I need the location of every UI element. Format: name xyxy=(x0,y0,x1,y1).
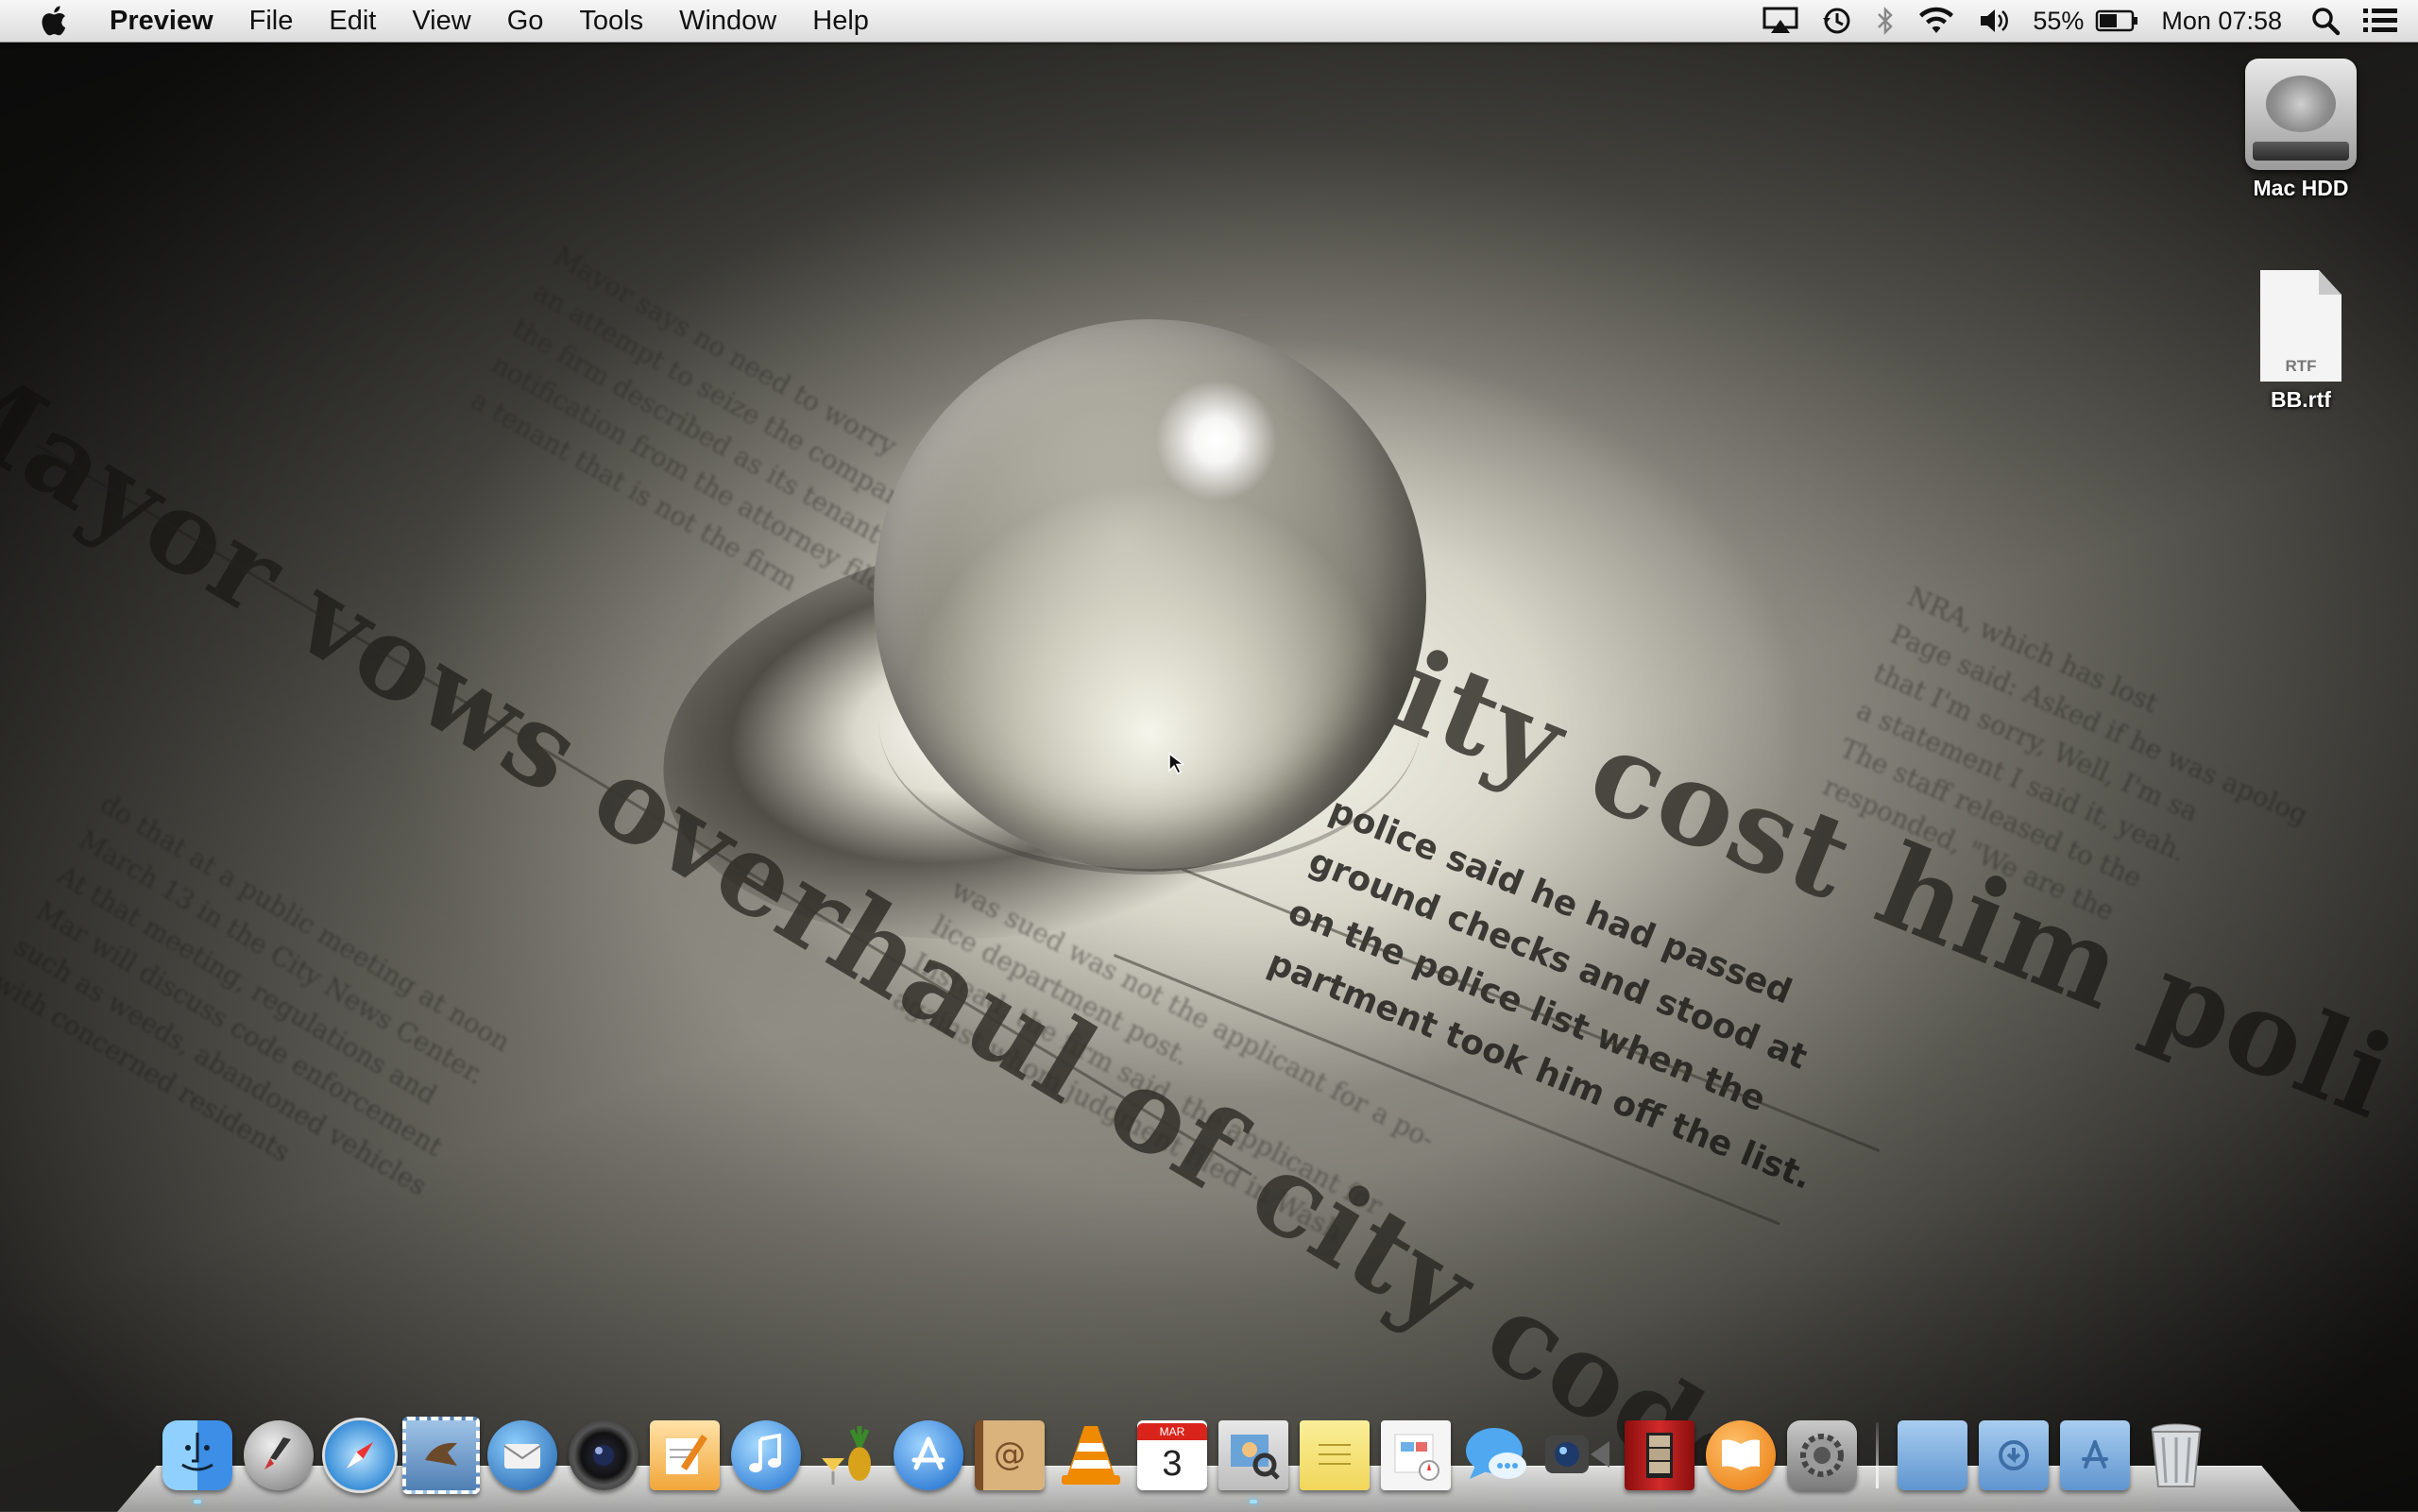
dock-notes[interactable] xyxy=(1296,1417,1373,1494)
calendar-day: 3 xyxy=(1162,1444,1183,1484)
dock-preview[interactable] xyxy=(1215,1417,1292,1504)
itunes-icon xyxy=(731,1420,801,1490)
menu-bar: Preview File Edit View Go Tools Window H… xyxy=(0,0,2418,42)
calendar-icon: MAR 3 xyxy=(1137,1420,1207,1490)
dock: @ MAR 3 xyxy=(157,1409,2217,1504)
volume-icon[interactable] xyxy=(1978,0,2010,42)
menu-go[interactable]: Go xyxy=(489,0,562,42)
dock-ibooks[interactable] xyxy=(1702,1417,1779,1494)
battery-percent[interactable]: 55% xyxy=(2033,7,2084,36)
finder-icon xyxy=(162,1420,232,1490)
trash-icon xyxy=(2141,1420,2211,1490)
facetime-icon xyxy=(1543,1420,1613,1490)
menu-app-name[interactable]: Preview xyxy=(104,0,231,42)
preview-icon xyxy=(1218,1420,1288,1490)
iphoto-icon xyxy=(812,1420,882,1490)
menubar-clock[interactable]: Mon 07:58 xyxy=(2161,7,2282,36)
status-area: 55% Mon 07:58 xyxy=(1751,0,2418,42)
dock-calendar[interactable]: MAR 3 xyxy=(1133,1417,1211,1494)
svg-text:@: @ xyxy=(994,1436,1026,1473)
rtf-badge: RTF xyxy=(2285,357,2317,375)
dock-safari[interactable] xyxy=(321,1417,399,1494)
wallpaper-vignette xyxy=(0,0,2418,1511)
time-machine-icon[interactable] xyxy=(1821,0,1853,42)
mail-icon xyxy=(402,1417,480,1494)
dock-itunes[interactable] xyxy=(727,1417,805,1494)
menu-edit[interactable]: Edit xyxy=(311,0,394,42)
hard-drive-icon xyxy=(2245,59,2357,170)
app-store-icon xyxy=(894,1420,963,1490)
menu-view[interactable]: View xyxy=(394,0,488,42)
apple-menu-icon[interactable] xyxy=(34,2,72,40)
dock-app-store[interactable] xyxy=(890,1417,967,1494)
dock-pages[interactable] xyxy=(646,1417,724,1494)
mouse-pointer-icon xyxy=(1168,752,1186,780)
notification-center-icon[interactable] xyxy=(2363,0,2397,42)
desktop-icon-mac-hdd[interactable]: Mac HDD xyxy=(2216,59,2386,201)
dock-facetime[interactable] xyxy=(1540,1417,1617,1494)
desktop-icon-bb-rtf[interactable]: RTF BB.rtf xyxy=(2216,270,2386,413)
menu-help[interactable]: Help xyxy=(794,0,887,42)
bluetooth-icon[interactable] xyxy=(1876,0,1895,42)
calendar-month: MAR xyxy=(1137,1423,1207,1440)
menu-window[interactable]: Window xyxy=(661,0,794,42)
thunderbird-icon xyxy=(487,1420,557,1490)
dock-launchpad[interactable] xyxy=(240,1417,317,1494)
photo-booth-icon xyxy=(569,1420,639,1490)
photo-booth-curtain-icon xyxy=(1625,1420,1694,1490)
dock-system-preferences[interactable] xyxy=(1783,1417,1861,1494)
applications-folder-icon xyxy=(1898,1420,1967,1490)
documents-folder-icon xyxy=(1979,1420,2049,1490)
reminders-icon xyxy=(1381,1420,1451,1490)
menu-file[interactable]: File xyxy=(231,0,312,42)
desktop-icon-label: BB.rtf xyxy=(2271,387,2331,412)
safari-icon xyxy=(322,1418,398,1493)
rtf-document-icon: RTF xyxy=(2260,270,2341,382)
dock-finder[interactable] xyxy=(159,1417,236,1504)
menu-tools[interactable]: Tools xyxy=(561,0,661,42)
dock-mail[interactable] xyxy=(402,1417,480,1494)
dock-photo-booth-curtain[interactable] xyxy=(1621,1417,1698,1494)
airplay-icon[interactable] xyxy=(1762,0,1798,42)
running-indicator xyxy=(1250,1500,1257,1504)
dock-stack-downloads[interactable] xyxy=(2056,1417,2134,1494)
dock-stack-applications[interactable] xyxy=(1894,1417,1971,1494)
dock-messages[interactable] xyxy=(1458,1417,1536,1494)
dock-thunderbird[interactable] xyxy=(484,1417,561,1494)
dock-reminders[interactable] xyxy=(1377,1417,1455,1494)
desktop-icon-label: Mac HDD xyxy=(2253,176,2349,200)
wifi-icon[interactable] xyxy=(1917,0,1955,42)
ibooks-icon xyxy=(1706,1420,1776,1490)
launchpad-icon xyxy=(244,1420,314,1490)
vlc-icon xyxy=(1056,1420,1126,1490)
dock-stack-documents[interactable] xyxy=(1975,1417,2052,1494)
notes-icon xyxy=(1300,1420,1370,1490)
dock-contacts[interactable]: @ xyxy=(971,1417,1048,1494)
system-preferences-icon xyxy=(1787,1420,1857,1490)
running-indicator xyxy=(194,1500,201,1504)
dock-vlc[interactable] xyxy=(1052,1417,1130,1494)
messages-icon xyxy=(1462,1420,1532,1490)
spotlight-search-icon[interactable] xyxy=(2310,0,2341,42)
dock-separator xyxy=(1876,1422,1879,1488)
desktop-wallpaper: Mayor vows overhaul of city code tity co… xyxy=(0,0,2418,1511)
downloads-folder-icon xyxy=(2060,1420,2130,1490)
dock-iphoto[interactable] xyxy=(809,1417,886,1494)
contacts-icon: @ xyxy=(975,1420,1045,1490)
dock-trash[interactable] xyxy=(2137,1417,2215,1494)
dock-photo-booth[interactable] xyxy=(565,1417,642,1494)
battery-icon[interactable] xyxy=(2095,0,2138,42)
pages-icon xyxy=(650,1420,720,1490)
